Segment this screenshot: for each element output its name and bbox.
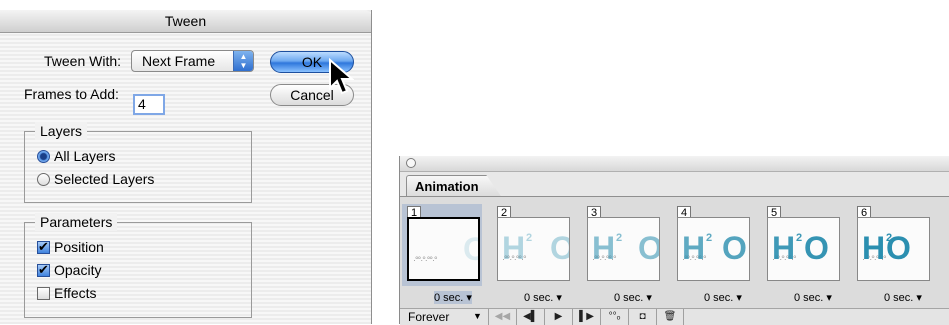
animation-frame[interactable]: 4 ·°°·°·°°·° H 2 O — [672, 204, 752, 286]
checkbox-label: Effects — [54, 285, 97, 301]
dropdown-arrow-icon: ▾ — [733, 292, 742, 304]
letter-o: O — [886, 230, 911, 266]
frames-strip: 1·°°·°·°°·°H2O0 sec. ▾2·°°·°·°°·°H2O0 se… — [400, 197, 949, 308]
first-frame-button[interactable]: ◀◀ — [488, 309, 516, 325]
dropdown-arrow-icon: ▾ — [913, 292, 922, 304]
frame-delay-select[interactable]: 0 sec. ▾ — [524, 291, 562, 304]
frame-delay-label: 0 sec. — [794, 292, 824, 304]
animation-frame[interactable]: 2·°°·°·°°·°H2O — [492, 204, 572, 286]
next-frame-button[interactable]: ▌▶ — [572, 309, 600, 325]
letter-h: H — [592, 230, 616, 266]
tween-button[interactable]: °°ₒ — [600, 309, 628, 325]
delete-frame-button[interactable]: 🗑 — [656, 309, 684, 325]
radio-label: Selected Layers — [54, 171, 155, 187]
checkbox-unchecked-icon — [37, 286, 50, 300]
duplicate-frame-button[interactable]: ◘ — [628, 309, 656, 325]
animation-frame[interactable]: 1·°°·°·°°·°H2O — [402, 204, 482, 286]
popup-arrows-icon: ▲ ▼ — [233, 51, 253, 71]
tween-with-popup[interactable]: Next Frame ▲ ▼ — [131, 50, 254, 72]
close-icon[interactable] — [406, 158, 416, 168]
tween-dialog: Tween Tween With: Next Frame ▲ ▼ OK Cance… — [0, 10, 372, 324]
checkbox-opacity[interactable]: Opacity — [37, 261, 101, 279]
digit-two: 2 — [706, 232, 713, 244]
animation-controls: Forever ▼ ◀◀ ◀▌ ▶ ▌▶ °°ₒ ◘ 🗑 — [400, 308, 949, 325]
letter-o: O — [463, 231, 478, 268]
checkbox-checked-icon — [37, 238, 50, 256]
checkbox-label: Position — [54, 239, 104, 255]
animation-frame[interactable]: 6 ·°°·°·°°·° H 2 O — [852, 204, 932, 286]
animation-frame[interactable]: 3·°°·°·°°·°H2O — [582, 204, 662, 286]
dropdown-arrow-icon: ▼ — [473, 311, 482, 321]
frame-thumbnail: ·°°·°·°°·°H2O — [587, 217, 660, 281]
letter-h: H — [772, 230, 796, 266]
frame-delay-label: 0 sec. — [884, 292, 914, 304]
radio-selected-icon — [37, 149, 50, 163]
frame-delay-select[interactable]: 0 sec. ▾ — [884, 291, 922, 304]
tween-with-label: Tween With: — [44, 53, 122, 69]
frame-thumbnail: ·°°·°·°°·°H2O — [857, 217, 930, 281]
digit-two: 2 — [796, 232, 803, 244]
loop-select[interactable]: Forever — [408, 310, 449, 324]
frame-delay-select[interactable]: 0 sec. ▾ — [704, 291, 742, 304]
tab-animation[interactable]: Animation — [406, 175, 502, 197]
frame-delay-label: 0 sec. — [614, 292, 644, 304]
dropdown-arrow-icon: ▾ — [553, 292, 562, 304]
frame-delay-label: 0 sec. — [524, 292, 554, 304]
dropdown-arrow-icon: ▾ — [463, 292, 472, 304]
radio-label: All Layers — [54, 148, 116, 164]
checkbox-position[interactable]: Position — [37, 238, 104, 256]
radio-selected-layers[interactable]: Selected Layers — [37, 170, 154, 188]
letter-h: H — [862, 230, 886, 266]
frame-thumbnail: ·°°·°·°°·°H2O — [407, 217, 480, 281]
checkbox-effects[interactable]: Effects — [37, 284, 97, 302]
frame-delay-select[interactable]: 0 sec. ▾ — [434, 291, 472, 304]
dialog-title: Tween — [0, 10, 371, 33]
frame-delay-label: 0 sec. — [704, 292, 734, 304]
frame-thumbnail: ·°°·°·°°·°H2O — [497, 217, 570, 281]
frame-thumbnail: ·°°·°·°°·°H2O — [767, 217, 840, 281]
mouse-pointer-icon — [329, 58, 354, 95]
animation-frame[interactable]: 5 ·°°·°·°°·° H 2 O — [762, 204, 842, 286]
radio-all-layers[interactable]: All Layers — [37, 147, 115, 165]
checkbox-checked-icon — [37, 261, 50, 279]
digit-two: 2 — [616, 232, 623, 244]
radio-unselected-icon — [37, 172, 50, 186]
dropdown-arrow-icon: ▾ — [823, 292, 832, 304]
frame-delay-select[interactable]: 0 sec. ▾ — [614, 291, 652, 304]
layers-group: Layers All Layers Selected Layers — [24, 122, 252, 203]
letter-h: H — [682, 230, 706, 266]
letter-h: H — [502, 230, 526, 266]
frames-to-add-label: Frames to Add: — [24, 86, 119, 102]
checkbox-label: Opacity — [54, 262, 102, 278]
frames-to-add-field[interactable]: 4 — [133, 94, 165, 115]
frame-thumbnail: ·°°·°·°°·°H2O — [677, 217, 750, 281]
letter-o: O — [638, 230, 659, 267]
animation-palette: Animation 1·°°·°·°°·°H2O0 sec. ▾2·°°·°·°… — [399, 156, 949, 325]
dropdown-arrow-icon: ▾ — [643, 292, 652, 304]
frame-delay-select[interactable]: 0 sec. ▾ — [794, 291, 832, 304]
letter-o: O — [804, 230, 829, 266]
layers-group-title: Layers — [35, 122, 88, 140]
palette-titlebar — [400, 156, 949, 172]
frame-delay-label: 0 sec. — [434, 292, 464, 304]
play-button[interactable]: ▶ — [544, 309, 572, 325]
parameters-group-title: Parameters — [35, 213, 118, 231]
tween-with-value: Next Frame — [142, 53, 216, 69]
letter-o: O — [722, 230, 747, 266]
letter-o: O — [550, 230, 569, 267]
previous-frame-button[interactable]: ◀▌ — [516, 309, 544, 325]
parameters-group: Parameters Position Opacity Effects — [24, 213, 252, 318]
digit-two: 2 — [526, 232, 533, 244]
